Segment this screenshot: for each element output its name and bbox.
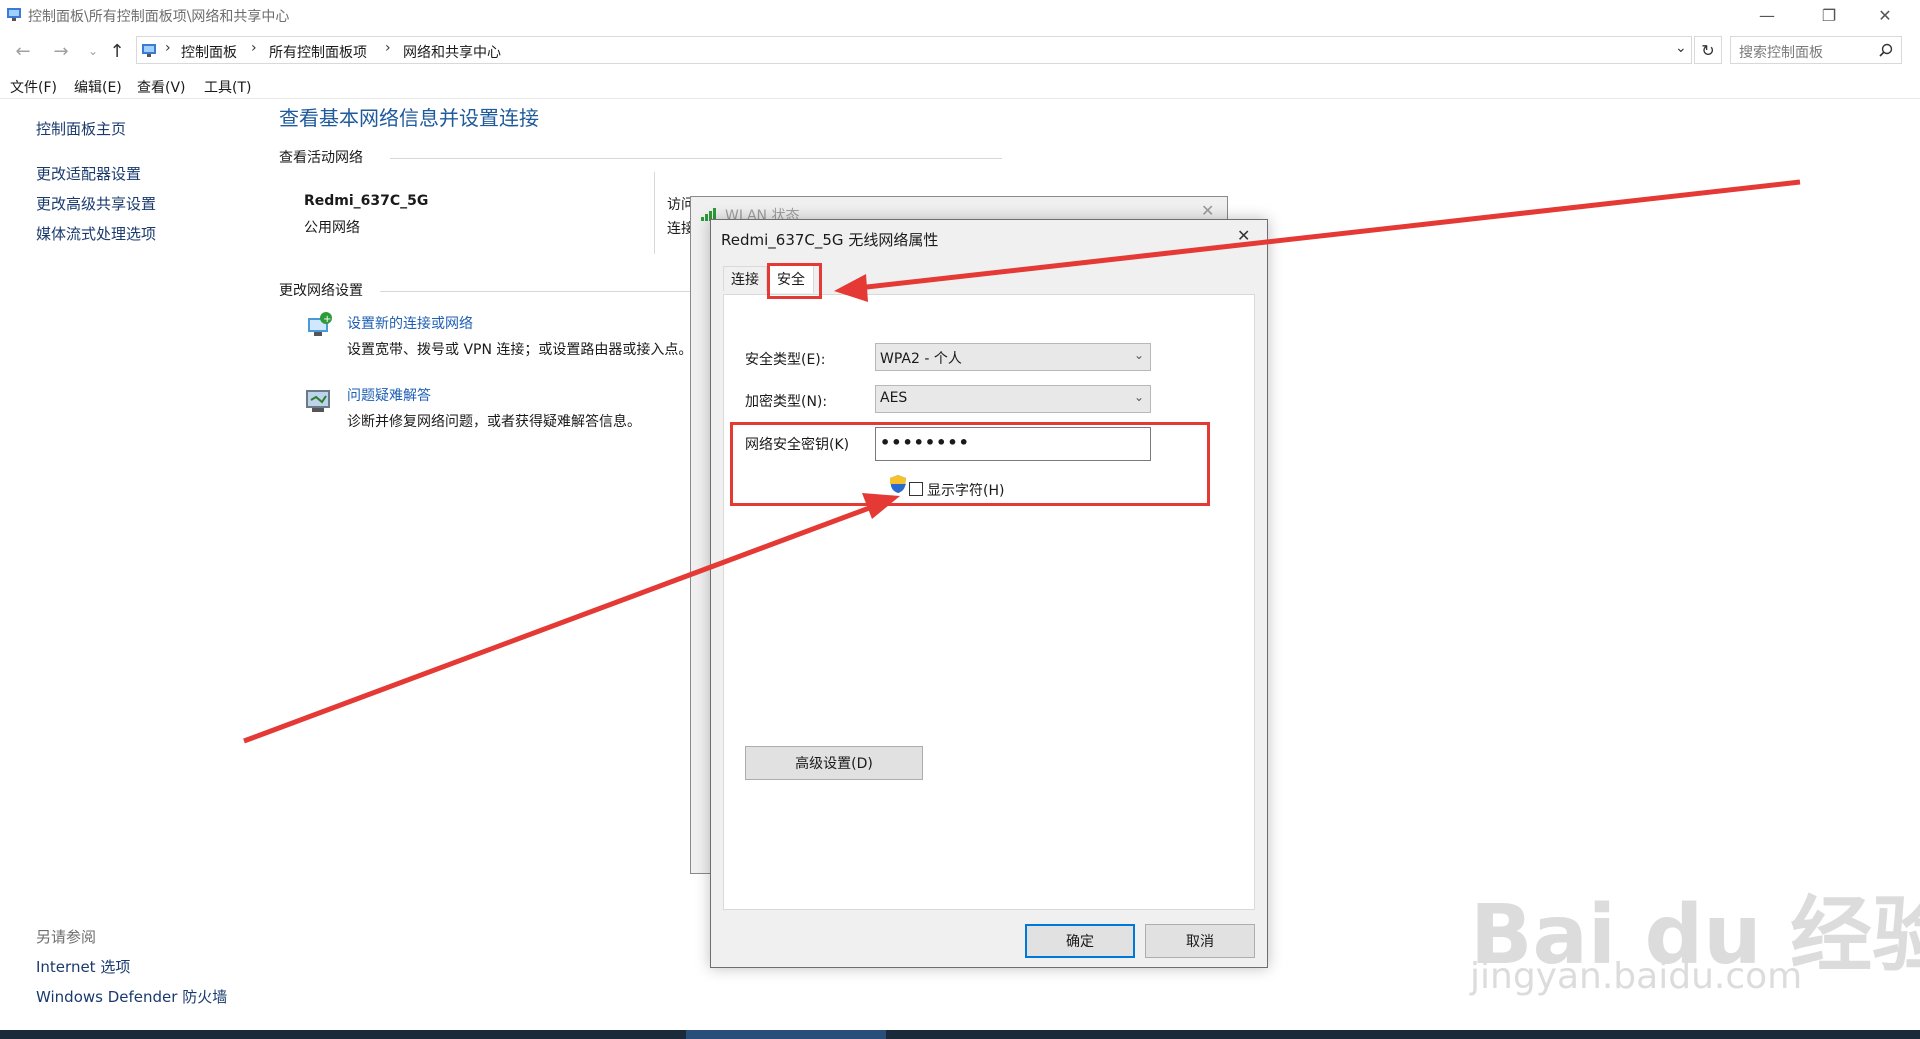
taskbar-strip — [0, 1030, 1920, 1039]
arrow-to-security-tab — [857, 179, 1801, 291]
arrow-to-show-chars — [243, 501, 881, 744]
arrowhead — [862, 493, 900, 519]
taskbar-active-item — [686, 1030, 886, 1039]
watermark-url: jingyan.baidu.com — [1470, 956, 1803, 997]
arrowhead — [834, 274, 868, 302]
